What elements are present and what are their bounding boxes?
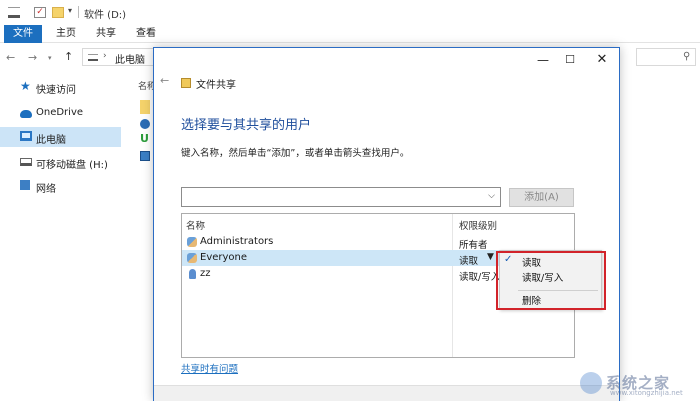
drive-icon [20, 158, 32, 166]
sharing-help-link[interactable]: 共享时有问题 [181, 361, 238, 375]
row-permission: 读取/写入 [459, 272, 501, 283]
dialog-heading: 选择要与其共享的用户 [181, 118, 312, 133]
add-button[interactable]: 添加(A) [509, 188, 574, 207]
chevron-down-icon[interactable]: ⌵ [488, 191, 495, 201]
forward-arrow-icon[interactable]: → [28, 51, 37, 64]
tab-home[interactable]: 主页 [48, 25, 84, 43]
properties-icon[interactable] [8, 7, 20, 18]
watermark-logo-icon [580, 372, 602, 394]
column-header-name[interactable]: 名称 [186, 218, 205, 232]
row-permission: 所有者 [459, 240, 488, 251]
search-icon[interactable]: ⚲ [683, 51, 690, 62]
cloud-icon [20, 110, 32, 118]
chevron-right-icon[interactable]: › [103, 51, 107, 61]
dialog-footer [154, 385, 619, 401]
sidebar-item-this-pc[interactable]: 此电脑 [0, 127, 121, 147]
network-icon [20, 180, 30, 190]
share-icon [181, 78, 191, 88]
app-icon[interactable]: U [140, 133, 150, 144]
sidebar-item-onedrive[interactable]: OneDrive [0, 103, 121, 123]
recent-locations-icon[interactable]: ▾ [48, 54, 52, 62]
search-input[interactable]: ⚲ [636, 48, 696, 66]
pc-icon [20, 131, 32, 141]
group-icon [187, 253, 197, 263]
ribbon-tab-bar: 文件 主页 共享 查看 [0, 25, 700, 43]
close-button[interactable]: ✕ [591, 51, 613, 69]
back-arrow-icon[interactable]: ← [6, 51, 15, 64]
row-name: zz [200, 268, 211, 279]
checkmark-icon[interactable]: ✓ [34, 7, 46, 18]
caret-down-icon[interactable]: ▼ [487, 252, 494, 262]
sidebar-item-network[interactable]: 网络 [0, 176, 121, 196]
sidebar-item-quick-access[interactable]: ★ 快速访问 [0, 77, 121, 97]
row-name: Everyone [200, 252, 248, 263]
up-arrow-icon[interactable]: ↑ [64, 50, 73, 63]
watermark: 系统之家 www.xitongzhijia.net [580, 370, 698, 398]
quick-access-dropdown-icon[interactable]: ▾ [68, 6, 72, 15]
list-row-administrators[interactable]: Administrators 所有者 [182, 234, 574, 251]
watermark-url: www.xitongzhijia.net [610, 389, 683, 397]
row-name: Administrators [200, 236, 274, 247]
tab-view[interactable]: 查看 [128, 25, 164, 43]
row-permission[interactable]: 读取 [459, 253, 478, 267]
minimize-button[interactable]: — [532, 51, 554, 69]
maximize-button[interactable]: ☐ [559, 51, 581, 69]
tab-file[interactable]: 文件 [4, 25, 42, 43]
group-icon [187, 237, 197, 247]
this-pc-icon [88, 54, 98, 61]
sidebar-item-removable-disk[interactable]: 可移动磁盘 (H:) [0, 152, 121, 172]
user-icon [189, 269, 196, 279]
annotation-highlight-box [496, 251, 606, 310]
folder-icon[interactable] [140, 100, 150, 114]
window-title: 软件 (D:) [84, 10, 127, 21]
user-name-combobox[interactable]: ⌵ [181, 187, 501, 207]
new-folder-icon[interactable] [52, 7, 64, 18]
title-divider [78, 6, 79, 18]
sidebar-item-label: OneDrive [36, 107, 84, 118]
sidebar-item-label: 此电脑 [36, 135, 66, 146]
sidebar-item-label: 网络 [36, 184, 56, 195]
sidebar-item-label: 可移动磁盘 (H:) [36, 160, 108, 171]
sidebar-item-label: 快速访问 [36, 85, 76, 96]
app-icon[interactable] [140, 119, 150, 129]
back-arrow-icon[interactable]: ← [160, 74, 169, 87]
tab-share[interactable]: 共享 [88, 25, 124, 43]
explorer-title-bar: ✓ ▾ 软件 (D:) [0, 0, 700, 25]
dialog-caption: 文件共享 [196, 80, 236, 91]
navigation-pane: ★ 快速访问 OneDrive 此电脑 可移动磁盘 (H:) 网络 [0, 71, 130, 401]
file-sharing-dialog: — ☐ ✕ ← 文件共享 选择要与其共享的用户 键入名称，然后单击“添加”，或者… [153, 47, 620, 401]
address-path: 此电脑 [115, 55, 145, 66]
image-file-icon[interactable] [140, 151, 150, 161]
star-icon: ★ [20, 79, 31, 93]
column-header-permission[interactable]: 权限级别 [459, 218, 497, 232]
dialog-instruction: 键入名称，然后单击“添加”，或者单击箭头查找用户。 [181, 148, 410, 159]
